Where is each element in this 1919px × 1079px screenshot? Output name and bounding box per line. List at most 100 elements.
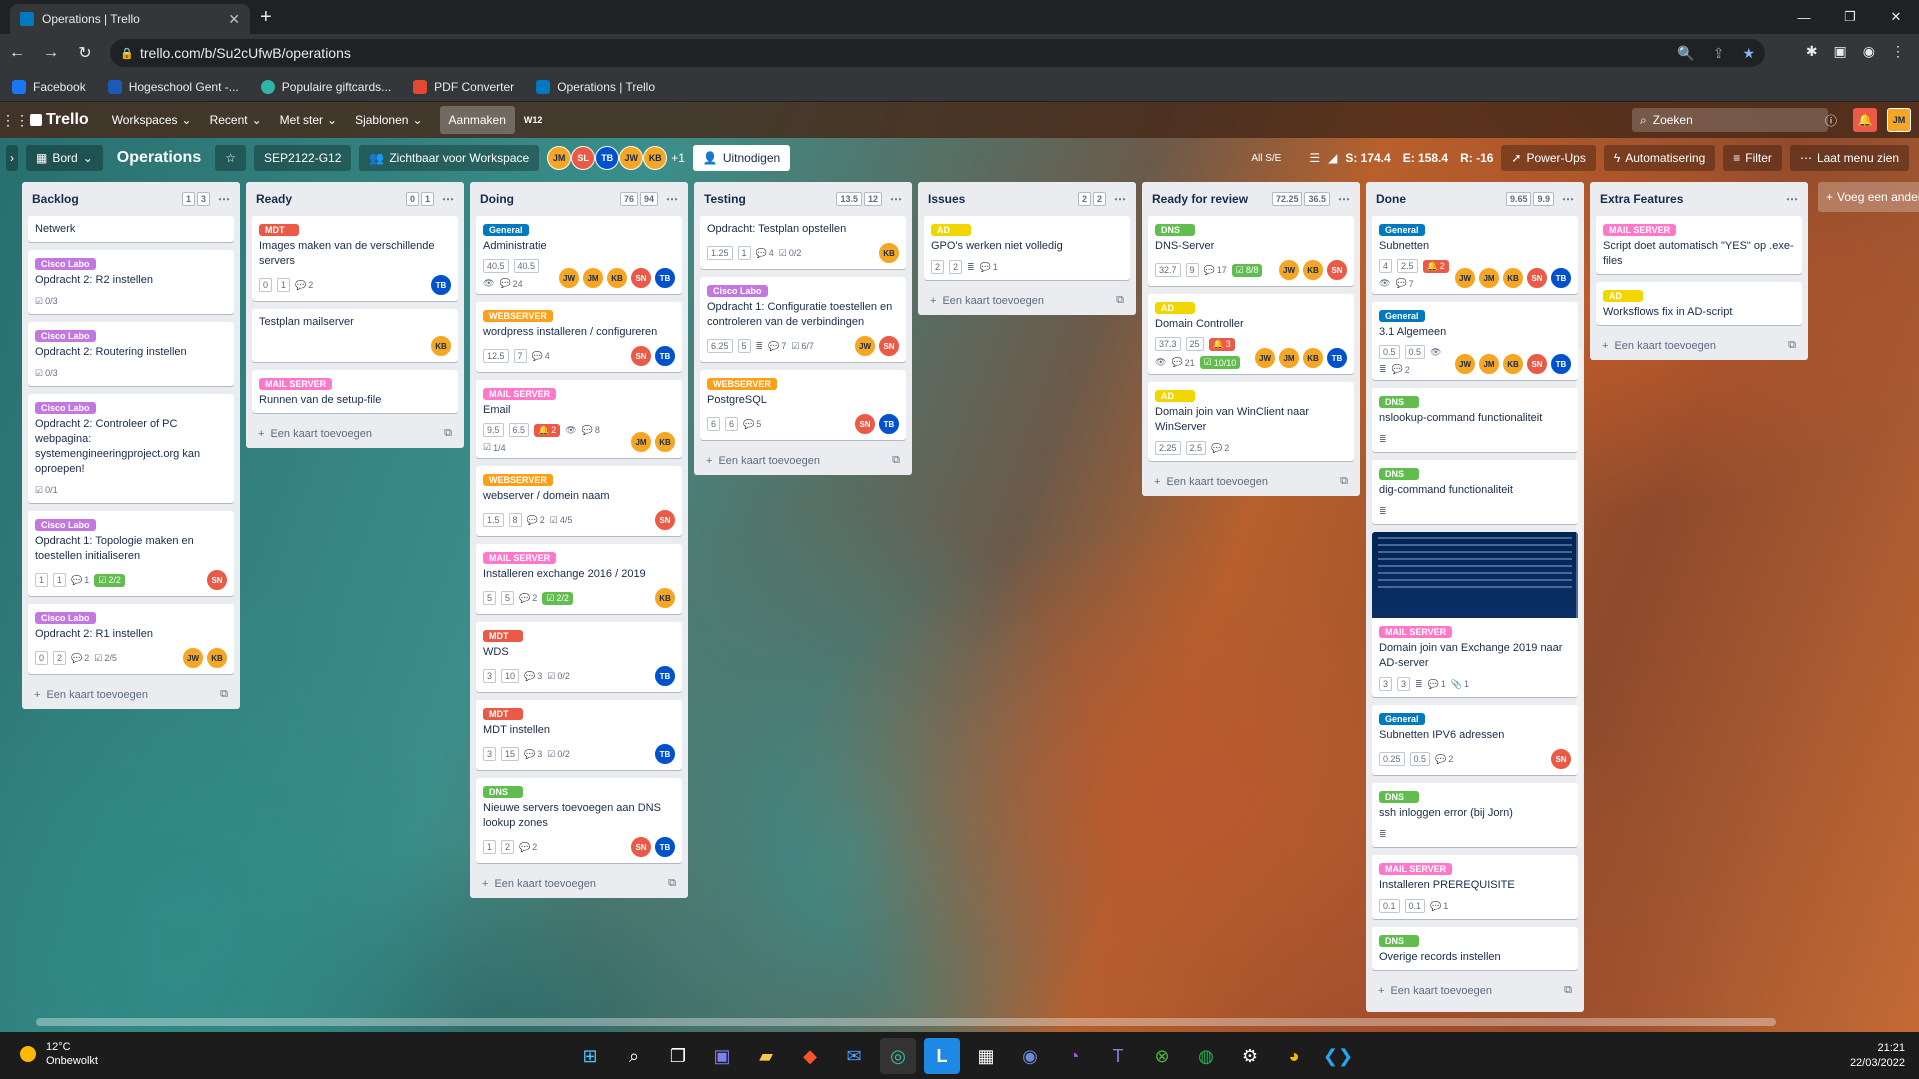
card[interactable]: General Subnetten IPV6 adressen 0.25 0.5 💬 2 S… [1372, 705, 1578, 775]
search-icon[interactable]: ⌕ [616, 1038, 652, 1074]
search-input[interactable]: ⌕ Zoeken [1632, 108, 1828, 132]
card[interactable]: DNS DNS-Server 32.7 9 💬 17 ☑ 8/8 JW KB SN [1148, 216, 1354, 286]
weather-widget[interactable]: 12°C Onbewolkt [20, 1040, 98, 1068]
card[interactable]: MAIL SERVER Email 9.5 6.5 🔔 2 👁 💬 8 ☑ 1/4 JM KB [476, 380, 682, 458]
list-header[interactable]: Ready for review 72.25 36.5 ⋯ [1148, 182, 1354, 216]
card[interactable]: AD Domain join van WinClient naar WinServ… [1148, 382, 1354, 461]
settings-gear-icon[interactable]: ⚙ [1232, 1038, 1268, 1074]
visibility-button[interactable]: 👥 Zichtbaar voor Workspace [359, 145, 540, 171]
trello-logo[interactable]: Trello [30, 111, 89, 129]
add-card-button[interactable]: + Een kaart toevoegen ⧉ [1372, 978, 1578, 997]
powerups-button[interactable]: ➚ Power-Ups [1501, 145, 1596, 171]
system-clock[interactable]: 21:21 22/03/2022 [1850, 1041, 1905, 1071]
card-template-icon[interactable]: ⧉ [1788, 339, 1796, 352]
card-label[interactable]: Cisco Labo [35, 402, 96, 414]
add-card-button[interactable]: + Een kaart toevoegen ⧉ [28, 682, 234, 701]
templates-menu[interactable]: Sjablonen ⌄ [346, 106, 431, 134]
member-avatar-sn[interactable]: SN [878, 335, 900, 357]
card-label[interactable]: DNS [1379, 791, 1419, 803]
card-label[interactable]: AD [1603, 290, 1643, 302]
recent-menu[interactable]: Recent ⌄ [201, 106, 271, 134]
member-avatar-sn[interactable]: SN [1550, 748, 1572, 770]
card[interactable]: AD Worksflows fix in AD-script [1596, 282, 1802, 325]
card[interactable]: MDT MDT instellen 3 15 💬 3 ☑ 0/2 TB [476, 700, 682, 770]
chrome-icon[interactable]: ◕ [1276, 1038, 1312, 1074]
card-label[interactable]: General [1379, 224, 1425, 236]
list-header[interactable]: Backlog 1 3 ⋯ [28, 182, 234, 216]
card[interactable]: Cisco Labo Opdracht 2: R1 instellen 0 2 💬 2 ☑ 2… [28, 604, 234, 674]
member-avatar-sn[interactable]: SN [206, 569, 228, 591]
card-label[interactable]: Cisco Labo [35, 519, 96, 531]
member-avatar-sn[interactable]: SN [854, 413, 876, 435]
member-avatar-tb[interactable]: TB [654, 743, 676, 765]
card[interactable]: MDT WDS 3 10 💬 3 ☑ 0/2 TB [476, 622, 682, 692]
card-template-icon[interactable]: ⧉ [1116, 294, 1124, 307]
card-label[interactable]: MAIL SERVER [483, 552, 557, 564]
info-icon[interactable]: ⓘ [1819, 108, 1843, 132]
card[interactable]: WEBSERVER webserver / domein naam 1.5 8 💬 2 ☑ 4… [476, 466, 682, 536]
card-label[interactable]: Cisco Labo [35, 258, 96, 270]
add-card-button[interactable]: + Een kaart toevoegen ⧉ [1596, 333, 1802, 352]
card[interactable]: DNS Nieuwe servers toevoegen aan DNS look… [476, 778, 682, 863]
card[interactable]: MAIL SERVER Domain join van Exchange 2019… [1372, 532, 1578, 697]
card[interactable]: DNS dig-command functionaliteit ≣ [1372, 460, 1578, 524]
bookmark-pdf[interactable]: PDF Converter [413, 79, 514, 94]
member-avatar-kb[interactable]: KB [606, 267, 628, 289]
member-avatar-kb[interactable]: KB [1302, 259, 1324, 281]
card-label[interactable]: AD [1155, 390, 1195, 402]
add-card-button[interactable]: + Een kaart toevoegen ⧉ [1148, 469, 1354, 488]
file-explorer-icon[interactable]: ▰ [748, 1038, 784, 1074]
task-view-icon[interactable]: ❐ [660, 1038, 696, 1074]
member-avatar-jm[interactable]: JM [582, 267, 604, 289]
card[interactable]: DNS ssh inloggen error (bij Jorn) ≣ [1372, 783, 1578, 847]
vscode-icon[interactable]: ❮❯ [1320, 1038, 1356, 1074]
chart-icon[interactable]: ◢ [1328, 151, 1337, 165]
list-header[interactable]: Extra Features ⋯ [1596, 182, 1802, 216]
extensions-icon[interactable]: ✱ [1806, 43, 1818, 60]
spotify-icon[interactable]: ◍ [1188, 1038, 1224, 1074]
chrome-menu-icon[interactable]: ⋮ [1891, 43, 1905, 60]
card-template-icon[interactable]: ⧉ [444, 427, 452, 440]
list-menu-icon[interactable]: ⋯ [666, 192, 678, 206]
card-label[interactable]: AD [931, 224, 971, 236]
card[interactable]: Cisco Labo Opdracht 1: Configuratie toest… [700, 277, 906, 362]
windows-start-icon[interactable]: ⊞ [572, 1038, 608, 1074]
bookmark-star-icon[interactable]: ★ [1742, 45, 1755, 62]
member-avatar-tb[interactable]: TB [1550, 267, 1572, 289]
card[interactable]: Testplan mailserver KB [252, 309, 458, 362]
card[interactable]: AD Domain Controller 37.3 25 🔔 3 👁 💬 21 ☑ 10/10 JW J… [1148, 294, 1354, 374]
member-avatar-jm[interactable]: JM [1278, 347, 1300, 369]
add-list-button[interactable]: + Voeg een ander [1818, 182, 1919, 212]
add-card-button[interactable]: + Een kaart toevoegen ⧉ [924, 288, 1130, 307]
card-label[interactable]: General [483, 224, 529, 236]
member-avatar-kb[interactable]: KB [654, 431, 676, 453]
restore-icon[interactable]: ❐ [1827, 0, 1873, 34]
card-label[interactable]: AD [1155, 302, 1195, 314]
list-header[interactable]: Ready 0 1 ⋯ [252, 182, 458, 216]
card[interactable]: General 3.1 Algemeen 0.5 0.5 👁 ≣ 💬 2 JW JM KB SN TB [1372, 302, 1578, 380]
more-members[interactable]: +1 [671, 151, 685, 165]
member-avatar-sn[interactable]: SN [630, 267, 652, 289]
member-avatar-sn[interactable]: SN [630, 345, 652, 367]
card[interactable]: General Administratie 40.5 40.5 👁 💬 24 JW JM KB SN… [476, 216, 682, 294]
forward-icon[interactable]: → [34, 44, 68, 62]
member-avatar-jm[interactable]: JM [547, 146, 572, 170]
profile-icon[interactable]: ◉ [1863, 43, 1875, 60]
minimize-icon[interactable]: — [1781, 0, 1827, 34]
app-switcher-icon[interactable]: ⋮⋮ [0, 112, 30, 129]
filter-all-se[interactable]: All S/E [1251, 153, 1281, 164]
address-bar[interactable]: 🔒 trello.com/b/Su2cUfwB/operations 🔍 ⇪ ★ [110, 39, 1765, 67]
card-label[interactable]: MAIL SERVER [483, 388, 557, 400]
member-avatar-jw[interactable]: JW [1454, 267, 1476, 289]
list-menu-icon[interactable]: ⋯ [1114, 192, 1126, 206]
card-label[interactable]: DNS [1379, 468, 1419, 480]
card-label[interactable]: General [1379, 310, 1425, 322]
card-label[interactable]: MAIL SERVER [1379, 863, 1453, 875]
list-menu-icon[interactable]: ⋯ [442, 192, 454, 206]
member-avatar-jm[interactable]: JM [1478, 267, 1500, 289]
card[interactable]: Cisco Labo Opdracht 2: Routering instelle… [28, 322, 234, 386]
member-avatar-kb[interactable]: KB [643, 146, 668, 170]
reload-icon[interactable]: ↻ [68, 43, 102, 63]
card-label[interactable]: Cisco Labo [35, 330, 96, 342]
user-avatar[interactable]: JM [1887, 108, 1911, 132]
